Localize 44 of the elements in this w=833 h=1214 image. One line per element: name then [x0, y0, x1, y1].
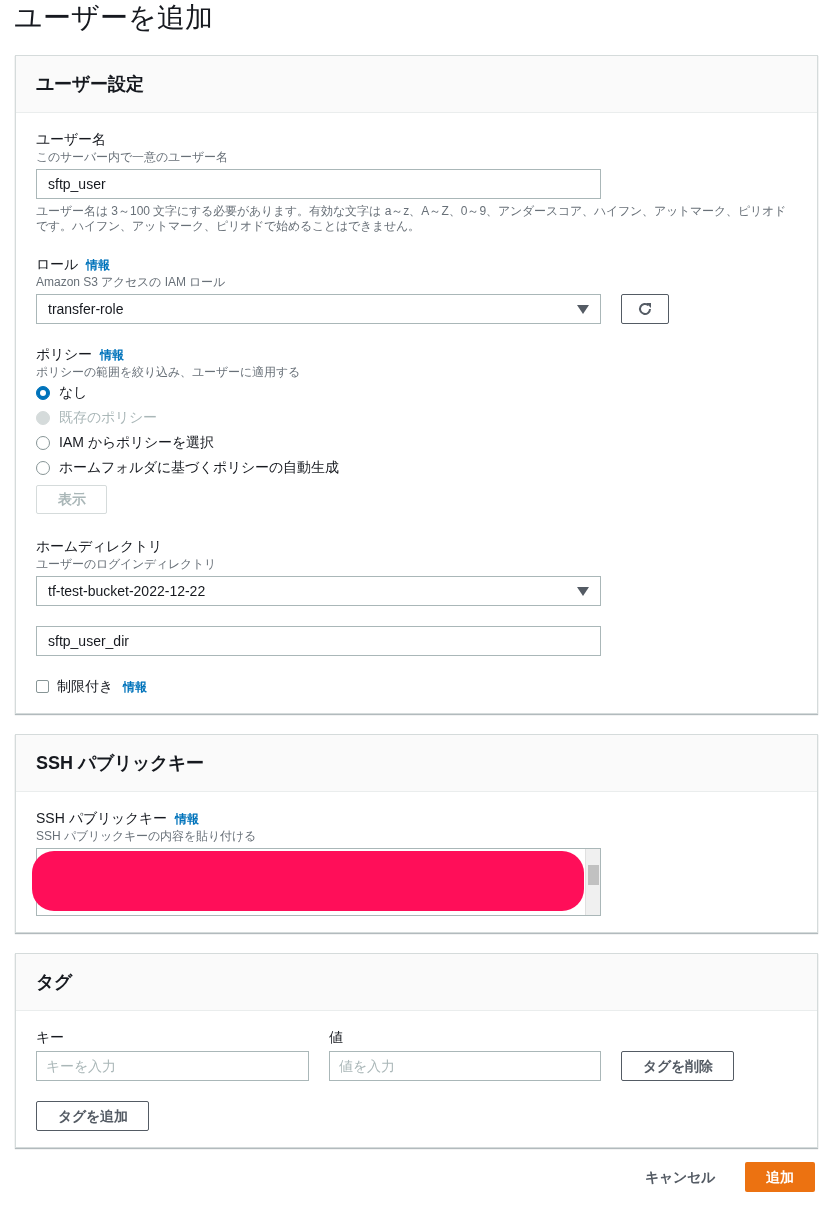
field-label: ポリシー [36, 345, 92, 364]
page-title: ユーザーを追加 [13, 1, 214, 35]
field-label: キー [36, 1028, 65, 1047]
text-field[interactable]: sftp_user [36, 169, 601, 199]
caret-icon [577, 304, 589, 314]
field-label: SSH パブリックキー [36, 809, 167, 828]
field-label: 値 [329, 1028, 344, 1047]
scrollbar[interactable] [585, 849, 600, 915]
dropdown[interactable]: tf-test-bucket-2022-12-22 [36, 576, 601, 606]
text-field[interactable]: sftp_user_dir [36, 626, 601, 656]
text-field[interactable]: キーを入力 [36, 1051, 309, 1081]
info-link[interactable]: 情報 [100, 346, 124, 364]
radio-label: ホームフォルダに基づくポリシーの自動生成 [59, 458, 339, 477]
field-description: Amazon S3 アクセスの IAM ロール [36, 274, 227, 290]
checkbox-label: 制限付き [57, 677, 113, 696]
radio-label: なし [59, 383, 87, 402]
field-label: ホームディレクトリ [36, 537, 162, 556]
section-heading: SSH パブリックキー [16, 735, 817, 792]
field-description: SSH パブリックキーの内容を貼り付ける [36, 828, 257, 844]
checkbox[interactable] [36, 680, 49, 693]
radio-button[interactable] [36, 460, 50, 475]
field-label: ロール [36, 255, 78, 274]
cancel-button[interactable]: キャンセル [629, 1162, 731, 1192]
section-heading: タグ [16, 954, 817, 1011]
field-label: ユーザー名 [36, 130, 106, 149]
field-description: このサーバー内で一意のユーザー名 [36, 149, 229, 165]
info-link[interactable]: 情報 [123, 677, 147, 696]
field-description: ユーザーのログインディレクトリ [36, 556, 217, 572]
radio-button[interactable] [36, 385, 50, 400]
refresh-icon [637, 301, 653, 317]
refresh-button[interactable] [621, 294, 669, 324]
radio-label: 既存のポリシー [59, 408, 157, 427]
radio-button[interactable] [36, 435, 50, 450]
section-heading: ユーザー設定 [16, 56, 817, 113]
field-description: ポリシーの範囲を絞り込み、ユーザーに適用する [36, 364, 301, 380]
caret-icon [577, 586, 589, 596]
text-field[interactable]: 値を入力 [329, 1051, 601, 1081]
info-link[interactable]: 情報 [174, 810, 199, 828]
dropdown[interactable]: transfer-role [36, 294, 601, 324]
add-tag-button[interactable]: タグを追加 [36, 1101, 149, 1131]
remove-tag-button[interactable]: タグを削除 [621, 1051, 734, 1081]
info-link[interactable]: 情報 [86, 256, 110, 274]
radio-label: IAM からポリシーを選択 [59, 433, 214, 452]
hint-text: ユーザー名は 3～100 文字にする必要があります。有効な文字は a～z、A～Z、0～9、アンダースコア、ハイフン、アットマーク、ピリオドです。ハイフン、アットマーク、ピリオドで始めることはできません。 [36, 204, 788, 234]
